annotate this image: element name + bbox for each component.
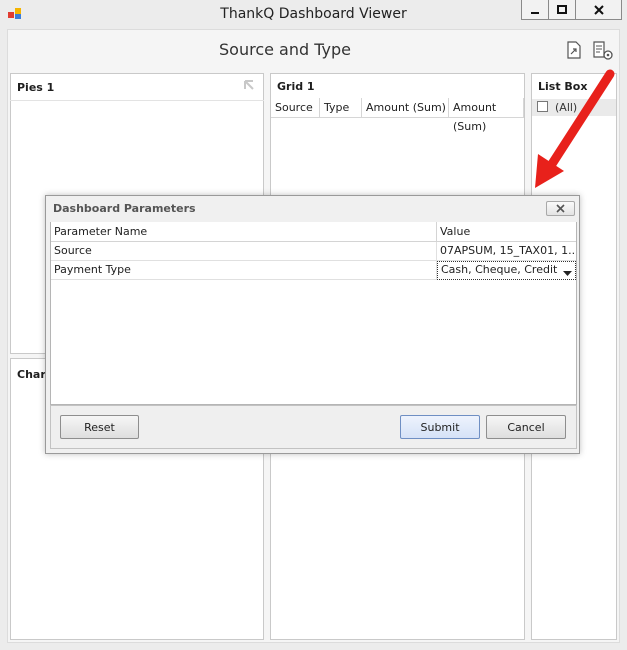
grid-column-source[interactable]: Source <box>271 98 320 118</box>
cancel-button[interactable]: Cancel <box>486 415 566 439</box>
parameters-icon <box>593 41 613 60</box>
grid-panel-caption: Grid 1 <box>277 80 315 93</box>
export-button[interactable] <box>565 41 585 61</box>
minimize-icon <box>531 11 539 14</box>
drill-up-button[interactable] <box>243 79 255 91</box>
dropdown-arrow[interactable] <box>563 267 572 276</box>
close-window-button[interactable] <box>575 0 622 20</box>
param-row-source-name: Source <box>51 242 437 261</box>
drill-up-icon <box>244 80 254 90</box>
submit-button[interactable]: Submit <box>400 415 480 439</box>
grid-column-amount-sum-1[interactable]: Amount (Sum) <box>362 98 449 118</box>
param-column-name[interactable]: Parameter Name <box>51 222 437 242</box>
reset-button[interactable]: Reset <box>60 415 139 439</box>
grid-column-amount-sum-2[interactable]: Amount (Sum) <box>449 98 524 133</box>
dashboard-title: Source and Type <box>219 40 351 59</box>
chevron-down-icon <box>563 271 572 276</box>
param-row-payment-type-value: Cash, Cheque, Credit... <box>441 263 558 276</box>
parameters-button[interactable] <box>592 41 613 61</box>
param-row-source-value[interactable]: 07APSUM, 15_TAX01, 1... <box>437 242 576 261</box>
param-column-value[interactable]: Value <box>437 222 576 242</box>
chart-panel-caption: Chart <box>17 368 45 381</box>
maximize-icon <box>557 4 567 14</box>
close-icon <box>593 4 604 15</box>
grid-column-type[interactable]: Type <box>320 98 362 118</box>
pies-panel-caption: Pies 1 <box>17 81 55 94</box>
export-icon <box>567 41 581 59</box>
dialog-title: Dashboard Parameters <box>53 202 196 215</box>
minimize-button[interactable] <box>521 0 549 20</box>
close-icon <box>556 204 565 213</box>
param-row-payment-type-name: Payment Type <box>51 261 437 280</box>
dialog-close-button[interactable] <box>546 201 575 216</box>
maximize-button[interactable] <box>548 0 576 20</box>
annotation-arrow-icon <box>535 69 615 188</box>
